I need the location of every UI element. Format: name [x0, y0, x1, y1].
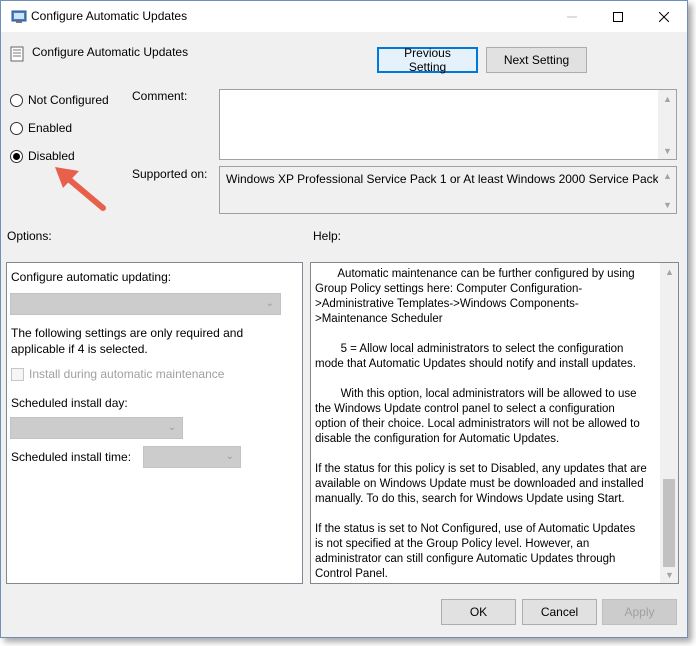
help-text: Automatic maintenance can be further con… — [315, 268, 647, 580]
close-icon[interactable] — [641, 1, 687, 32]
help-panel[interactable]: Automatic maintenance can be further con… — [310, 262, 679, 584]
policy-title: Configure Automatic Updates — [32, 45, 189, 59]
install-day-label: Scheduled install day: — [11, 396, 128, 410]
install-time-label: Scheduled install time: — [11, 450, 132, 464]
comment-label: Comment: — [132, 89, 188, 103]
supported-on-value: Windows XP Professional Service Pack 1 o… — [226, 172, 669, 186]
comment-scrollbar[interactable]: ▲ ▼ — [658, 90, 676, 159]
radio-label: Not Configured — [28, 93, 109, 107]
maximize-icon[interactable] — [595, 1, 641, 32]
previous-setting-button[interactable]: Previous Setting — [377, 46, 478, 74]
apply-button[interactable]: Apply — [602, 599, 677, 625]
configure-updating-label: Configure automatic updating: — [11, 270, 172, 284]
scroll-up-icon[interactable]: ▲ — [661, 263, 678, 280]
dialog-window: Configure Automatic Updates Configure Au… — [0, 0, 688, 638]
install-maintenance-checkbox[interactable]: Install during automatic maintenance — [11, 367, 224, 381]
options-panel: Configure automatic updating: ⌄ The foll… — [6, 262, 303, 584]
annotation-arrow-icon — [55, 167, 106, 211]
scroll-up-icon[interactable]: ▲ — [659, 167, 676, 184]
supported-on-label: Supported on: — [132, 167, 208, 181]
radio-label: Enabled — [28, 121, 73, 135]
minimize-icon[interactable] — [549, 1, 595, 32]
install-maintenance-label: Install during automatic maintenance — [29, 367, 225, 381]
radio-circle-selected[interactable] — [10, 149, 23, 163]
install-time-dropdown[interactable]: ⌄ — [143, 446, 241, 468]
checkbox-box[interactable] — [11, 367, 24, 381]
radio-label: Disabled — [28, 149, 75, 163]
scroll-up-icon[interactable]: ▲ — [659, 90, 676, 107]
chevron-down-icon: ⌄ — [167, 422, 176, 433]
cancel-button[interactable]: Cancel — [522, 599, 597, 625]
chevron-down-icon: ⌄ — [265, 298, 274, 309]
supported-scrollbar[interactable]: ▲ ▼ — [658, 167, 676, 213]
title-bar[interactable]: Configure Automatic Updates — [1, 1, 687, 32]
scroll-down-icon[interactable]: ▼ — [659, 196, 676, 213]
ok-button[interactable]: OK — [441, 599, 516, 625]
help-heading: Help: — [313, 229, 342, 243]
scroll-down-icon[interactable]: ▼ — [659, 142, 676, 159]
radio-circle[interactable] — [10, 121, 23, 135]
radio-enabled[interactable]: Enabled — [10, 121, 72, 135]
help-scrollbar[interactable]: ▲ ▼ — [660, 263, 678, 583]
options-heading: Options: — [7, 229, 52, 243]
radio-circle[interactable] — [10, 93, 23, 107]
configure-updating-dropdown[interactable]: ⌄ — [10, 293, 281, 315]
radio-disabled[interactable]: Disabled — [10, 149, 75, 163]
scroll-thumb[interactable] — [663, 479, 675, 567]
next-setting-button[interactable]: Next Setting — [486, 47, 587, 73]
settings-note: The following settings are only required… — [11, 326, 244, 356]
comment-textarea[interactable]: ▲ ▼ — [219, 89, 677, 160]
setting-page-icon — [10, 46, 24, 62]
scroll-down-icon[interactable]: ▼ — [661, 566, 678, 583]
supported-on-field[interactable]: Windows XP Professional Service Pack 1 o… — [219, 166, 677, 214]
policy-app-icon — [11, 10, 27, 23]
window-title: Configure Automatic Updates — [31, 9, 188, 23]
install-day-dropdown[interactable]: ⌄ — [10, 417, 183, 439]
chevron-down-icon: ⌄ — [225, 451, 234, 462]
radio-not-configured[interactable]: Not Configured — [10, 93, 109, 107]
